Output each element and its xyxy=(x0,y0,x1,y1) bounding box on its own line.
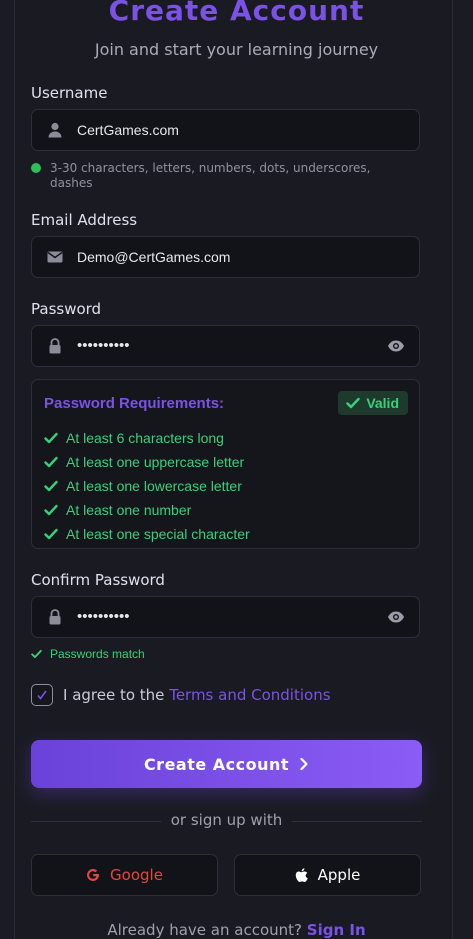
chevron-right-icon xyxy=(300,757,308,771)
check-icon xyxy=(44,528,58,540)
username-field[interactable]: CertGames.com xyxy=(31,109,420,151)
requirement-text: At least 6 characters long xyxy=(66,430,224,446)
valid-badge: Valid xyxy=(338,391,408,415)
check-icon xyxy=(31,649,42,659)
requirement-text: At least one uppercase letter xyxy=(66,454,245,470)
username-value: CertGames.com xyxy=(77,122,179,138)
page-subtitle: Join and start your learning journey xyxy=(94,40,379,59)
info-icon xyxy=(31,163,41,173)
password-value: •••••••••• xyxy=(77,337,130,354)
terms-text: I agree to the Terms and Conditions xyxy=(63,686,331,704)
requirements-title: Password Requirements: xyxy=(44,395,225,412)
create-account-button[interactable]: Create Account xyxy=(31,740,422,788)
password-label: Password xyxy=(31,300,102,318)
requirement-item: At least one special character xyxy=(44,522,250,546)
check-icon xyxy=(44,456,58,468)
confirm-password-value: •••••••••• xyxy=(77,608,130,625)
terms-prefix: I agree to the xyxy=(63,686,165,704)
user-icon xyxy=(46,121,64,139)
envelope-icon xyxy=(46,248,64,266)
check-icon xyxy=(44,480,58,492)
signin-link[interactable]: Sign In xyxy=(307,921,366,939)
google-icon xyxy=(87,868,100,881)
check-icon xyxy=(44,504,58,516)
email-label: Email Address xyxy=(31,211,138,229)
requirement-text: At least one special character xyxy=(66,526,250,542)
passwords-match-status: Passwords match xyxy=(31,647,145,661)
apple-signup-button[interactable]: Apple xyxy=(234,854,421,896)
password-requirements: Password Requirements: Valid At least 6 … xyxy=(31,379,420,549)
check-icon xyxy=(346,397,361,409)
checkmark-icon xyxy=(37,690,47,700)
check-icon xyxy=(44,432,58,444)
requirement-item: At least one number xyxy=(44,498,250,522)
eye-icon[interactable] xyxy=(387,609,405,625)
requirement-item: At least one lowercase letter xyxy=(44,474,250,498)
eye-icon[interactable] xyxy=(387,338,405,354)
requirement-item: At least 6 characters long xyxy=(44,426,250,450)
create-account-label: Create Account xyxy=(143,754,290,774)
username-hint: 3-30 characters, letters, numbers, dots,… xyxy=(31,161,411,191)
apple-label: Apple xyxy=(317,866,361,884)
valid-badge-label: Valid xyxy=(366,395,399,411)
email-value: Demo@CertGames.com xyxy=(77,249,231,265)
signin-prompt-text: Already have an account? xyxy=(107,921,302,939)
requirement-text: At least one number xyxy=(66,502,192,518)
terms-link[interactable]: Terms and Conditions xyxy=(169,686,330,704)
username-label: Username xyxy=(31,84,108,102)
requirements-list: At least 6 characters long At least one … xyxy=(44,426,250,546)
confirm-password-field[interactable]: •••••••••• xyxy=(31,596,420,638)
email-field[interactable]: Demo@CertGames.com xyxy=(31,236,420,278)
lock-icon xyxy=(46,608,64,626)
social-divider: or sign up with xyxy=(31,811,422,831)
terms-checkbox[interactable] xyxy=(31,684,53,706)
google-label: Google xyxy=(110,866,163,884)
google-signup-button[interactable]: Google xyxy=(31,854,218,896)
terms-agreement: I agree to the Terms and Conditions xyxy=(31,684,331,706)
username-hint-text: 3-30 characters, letters, numbers, dots,… xyxy=(50,161,371,190)
page-title: Create Account xyxy=(108,0,365,27)
apple-icon xyxy=(295,867,308,882)
divider-text: or sign up with xyxy=(170,811,283,829)
password-field[interactable]: •••••••••• xyxy=(31,325,420,367)
passwords-match-text: Passwords match xyxy=(50,647,145,661)
requirement-item: At least one uppercase letter xyxy=(44,450,250,474)
signin-prompt: Already have an account? Sign In xyxy=(0,921,473,939)
lock-icon xyxy=(46,337,64,355)
confirm-password-label: Confirm Password xyxy=(31,571,165,589)
requirement-text: At least one lowercase letter xyxy=(66,478,242,494)
